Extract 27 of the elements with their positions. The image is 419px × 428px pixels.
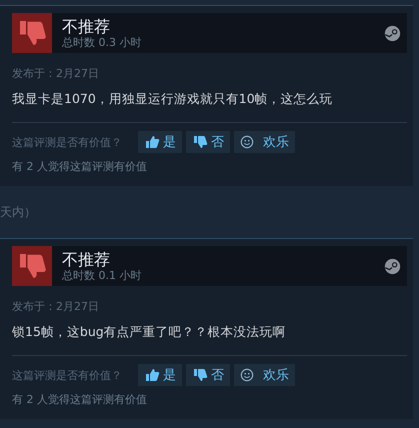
smiley-icon [240,135,254,149]
helpful-prompt: 这篇评测是否有价值？ [12,134,122,150]
timeframe-text: 天内） [0,204,36,220]
yes-button[interactable]: 是 [138,131,182,153]
playtime: 总时数 0.1 小时 [62,268,142,282]
thumbs-down-icon [192,367,208,383]
review-verdict: 不推荐 [62,250,111,268]
funny-button[interactable]: 欢乐 [234,131,295,153]
review-verdict: 不推荐 [62,16,111,36]
no-button[interactable]: 否 [186,364,230,386]
helpful-prompt: 这篇评测是否有价值？ [12,368,122,382]
helpful-count: 有 2 人觉得这篇评测有价值 [12,160,148,174]
yes-button[interactable]: 是 [138,364,182,386]
post-date: 发布于：2月27日 [12,300,100,314]
thumbs-up-icon [144,367,160,383]
review-text: 我显卡是1070，用独显运行游戏就只有10帧，这怎么玩 [12,90,334,107]
review-text: 锁15帧，这bug有点严重了吧？？根本没法玩啊 [12,323,287,340]
post-date: 发布于：2月27日 [12,67,100,81]
steam-logo-icon [384,258,401,274]
smiley-icon [240,368,254,382]
helpful-count: 有 2 人觉得这篇评测有价值 [12,393,148,407]
thumbs-up-icon [144,134,160,150]
thumbs-down-icon [192,134,208,150]
funny-button[interactable]: 欢乐 [234,364,295,386]
steam-logo-icon [384,24,401,42]
no-button[interactable]: 否 [186,131,230,153]
playtime: 总时数 0.3 小时 [62,36,142,50]
